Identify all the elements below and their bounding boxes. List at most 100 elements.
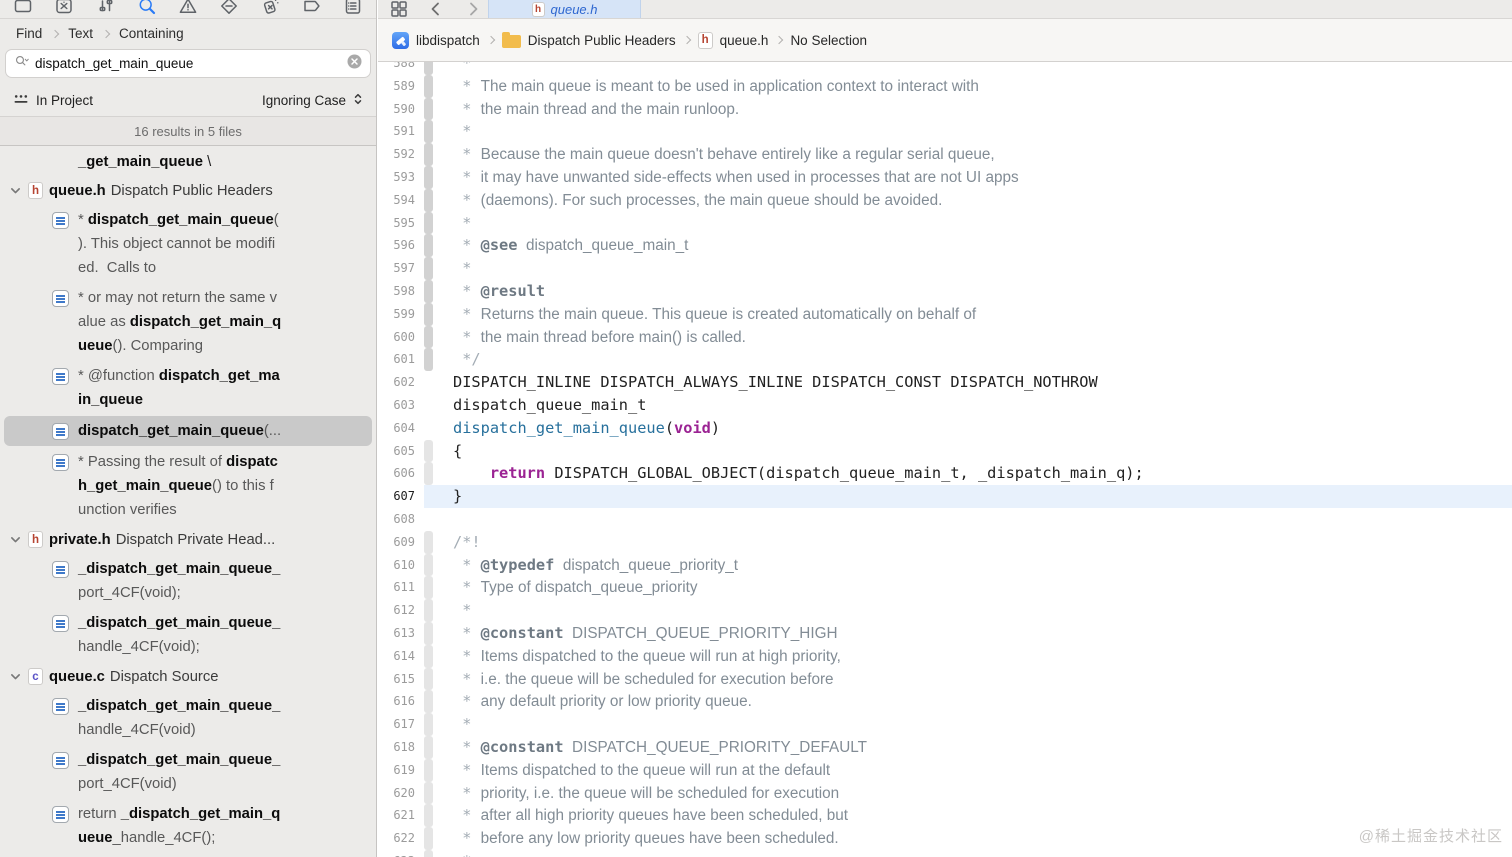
code-line[interactable]: 608 — [378, 508, 1512, 531]
code-line[interactable]: 590 * the main thread and the main runlo… — [378, 97, 1512, 121]
code-line[interactable]: 611 * Type of dispatch_queue_priority — [378, 576, 1512, 600]
code-line[interactable]: 615 * i.e. the queue will be scheduled f… — [378, 667, 1512, 691]
source-control-icon[interactable] — [52, 0, 76, 18]
line-number[interactable]: 621 — [378, 804, 424, 827]
code-line[interactable]: 599 * Returns the main queue. This queue… — [378, 302, 1512, 326]
search-icon[interactable] — [14, 54, 29, 74]
find-mode-item[interactable]: Text — [66, 26, 95, 41]
line-number[interactable]: 620 — [378, 782, 424, 805]
line-number[interactable]: 608 — [378, 508, 424, 531]
line-number[interactable]: 593 — [378, 166, 424, 189]
search-result-row[interactable]: _dispatch_get_main_queue_ handle_4CF(void… — [0, 608, 376, 662]
case-mode-control[interactable]: Ignoring Case — [262, 92, 363, 109]
line-number[interactable]: 606 — [378, 462, 424, 485]
editor-tab[interactable]: h queue.h — [488, 0, 641, 18]
code-line[interactable]: 600 * the main thread before main() is c… — [378, 325, 1512, 349]
line-number[interactable]: 592 — [378, 143, 424, 166]
line-number[interactable]: 611 — [378, 576, 424, 599]
line-number[interactable]: 607 — [378, 485, 424, 508]
code-line[interactable]: 607} — [378, 485, 1512, 508]
line-number[interactable]: 589 — [378, 75, 424, 98]
search-result-row[interactable]: * Passing the result of dispatc h_get_mai… — [0, 447, 376, 525]
line-number[interactable]: 622 — [378, 827, 424, 850]
code-line[interactable]: 617 * — [378, 713, 1512, 736]
code-line[interactable]: 605 { — [378, 439, 1512, 463]
code-line[interactable]: 613 * @constant DISPATCH_QUEUE_PRIORITY_… — [378, 621, 1512, 645]
search-result-row[interactable]: * dispatch_get_main_queue(). This object… — [0, 205, 376, 283]
code-line[interactable]: 601 */ — [378, 348, 1512, 372]
jump-bar-item[interactable]: h queue.h — [697, 31, 768, 49]
scope-in-project[interactable]: In Project — [13, 93, 93, 109]
code-line[interactable]: 616 * any default priority or low priori… — [378, 690, 1512, 714]
code-line[interactable]: 588 * — [378, 62, 1512, 75]
code-line[interactable]: 597 * — [378, 257, 1512, 280]
code-line[interactable]: 620 * priority, i.e. the queue will be s… — [378, 781, 1512, 805]
line-number[interactable]: 599 — [378, 303, 424, 326]
code-line[interactable]: 612 * — [378, 599, 1512, 622]
search-result-row[interactable]: _dispatch_get_main_queue_ handle_4CF(void… — [0, 691, 376, 745]
line-number[interactable]: 597 — [378, 257, 424, 280]
line-number[interactable]: 598 — [378, 280, 424, 303]
breakpoint-navigator-icon[interactable] — [300, 0, 324, 18]
search-result-row[interactable]: dispatch_get_main_queue(... — [4, 416, 372, 446]
line-number[interactable]: 613 — [378, 622, 424, 645]
back-icon[interactable] — [424, 0, 448, 18]
search-result-row[interactable]: _dispatch_get_main_queue_ port_4CF(void) — [0, 745, 376, 799]
code-line[interactable]: 596 * @see dispatch_queue_main_t — [378, 234, 1512, 258]
code-line[interactable]: 614 * Items dispatched to the queue will… — [378, 644, 1512, 668]
jump-bar-item[interactable]: libdispatch — [392, 31, 480, 49]
code-line[interactable]: 606 return DISPATCH_GLOBAL_OBJECT(dispat… — [378, 462, 1512, 486]
code-line[interactable]: 610 * @typedef dispatch_queue_priority_t — [378, 553, 1512, 577]
code-line[interactable]: 589 * The main queue is meant to be used… — [378, 74, 1512, 98]
code-line[interactable]: 621 * after all high priority queues hav… — [378, 804, 1512, 828]
project-navigator-icon[interactable] — [11, 0, 35, 18]
code-line[interactable]: 602 DISPATCH_INLINE DISPATCH_ALWAYS_INLIN… — [378, 371, 1512, 394]
test-navigator-icon[interactable] — [217, 0, 241, 18]
search-result-row[interactable]: * or may not return the same v alue as di… — [0, 283, 376, 361]
forward-icon[interactable] — [461, 0, 485, 18]
search-result-row[interactable]: * @function dispatch_get_ma in_queue — [0, 361, 376, 415]
result-group-header[interactable]: c queue.c Dispatch Source — [0, 662, 376, 691]
code-line[interactable]: 594 * (daemons). For such processes, the… — [378, 188, 1512, 212]
code-line[interactable]: 598 * @result — [378, 279, 1512, 303]
code-line[interactable]: 592 * Because the main queue doesn't beh… — [378, 143, 1512, 166]
code-line[interactable]: 619 * Items dispatched to the queue will… — [378, 758, 1512, 782]
jump-bar-item[interactable]: No Selection — [790, 33, 867, 48]
line-number[interactable]: 591 — [378, 120, 424, 143]
code-line[interactable]: 622 * before any low priority queues hav… — [378, 827, 1512, 850]
line-number[interactable]: 588 — [378, 62, 424, 75]
symbol-navigator-icon[interactable] — [94, 0, 118, 18]
line-number[interactable]: 601 — [378, 348, 424, 371]
chevron-down-icon[interactable] — [9, 670, 22, 683]
line-number[interactable]: 590 — [378, 98, 424, 121]
line-number[interactable]: 612 — [378, 599, 424, 622]
line-number[interactable]: 616 — [378, 690, 424, 713]
line-number[interactable]: 617 — [378, 713, 424, 736]
line-number[interactable]: 610 — [378, 554, 424, 577]
line-number[interactable]: 596 — [378, 234, 424, 257]
code-line[interactable]: 591 * — [378, 120, 1512, 144]
line-number[interactable]: 605 — [378, 440, 424, 463]
line-number[interactable]: 595 — [378, 212, 424, 235]
code-line[interactable]: 603 dispatch_queue_main_t — [378, 394, 1512, 417]
search-result-row[interactable]: _dispatch_get_main_queue_ port_4CF(void); — [0, 554, 376, 608]
code-line[interactable]: 595 * — [378, 211, 1512, 235]
line-number[interactable]: 600 — [378, 326, 424, 349]
code-line[interactable]: 623 * — [378, 849, 1512, 857]
chevron-down-icon[interactable] — [9, 184, 22, 197]
jump-bar-item[interactable]: Dispatch Public Headers — [501, 32, 676, 48]
source-code-area[interactable]: 588 * 589 * The main queue is meant to be… — [378, 62, 1512, 857]
search-field[interactable] — [5, 49, 371, 78]
issue-navigator-icon[interactable] — [176, 0, 200, 18]
search-result-row[interactable]: _get_main_queue \ — [0, 148, 376, 176]
code-line[interactable]: 609 /*! — [378, 530, 1512, 554]
line-number[interactable]: 614 — [378, 645, 424, 668]
chevron-down-icon[interactable] — [9, 533, 22, 546]
find-mode-item[interactable]: Containing — [117, 26, 186, 41]
code-line[interactable]: 593 * it may have unwanted side-effects … — [378, 165, 1512, 189]
report-navigator-icon[interactable] — [341, 0, 365, 18]
search-result-row[interactable]: return _dispatch_get_main_q ueue_handle_4… — [0, 799, 376, 853]
search-input[interactable] — [35, 56, 341, 71]
debug-navigator-icon[interactable] — [259, 0, 283, 18]
code-line[interactable]: 618 * @constant DISPATCH_QUEUE_PRIORITY_… — [378, 735, 1512, 759]
